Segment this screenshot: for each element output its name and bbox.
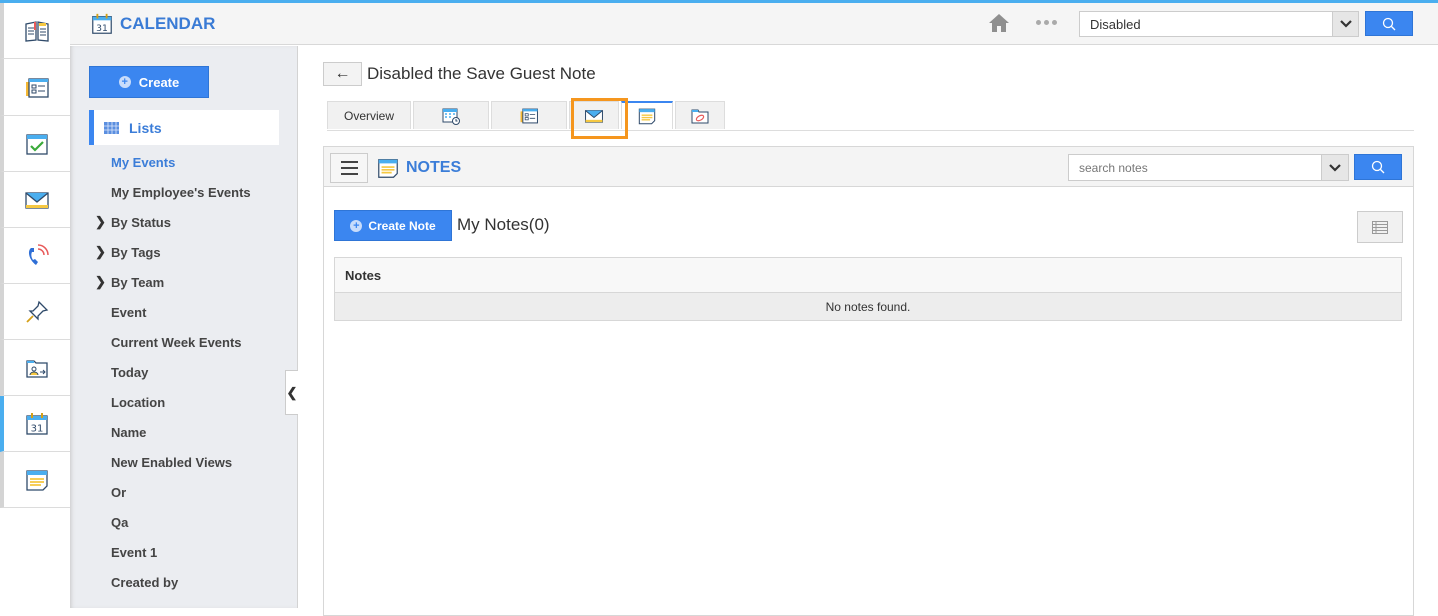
home-icon bbox=[989, 14, 1009, 32]
app-title-text: CALENDAR bbox=[120, 14, 216, 33]
rail-item-calls[interactable] bbox=[0, 228, 70, 284]
record-title: Disabled the Save Guest Note bbox=[367, 64, 596, 83]
search-icon bbox=[1371, 160, 1385, 174]
more-dots-icon[interactable] bbox=[1036, 20, 1057, 25]
tab-activities[interactable] bbox=[413, 101, 489, 129]
book-icon bbox=[25, 20, 49, 42]
sidebar-item-by-team[interactable]: By Team bbox=[111, 275, 164, 290]
sidebar-item-location[interactable]: Location bbox=[111, 395, 165, 410]
sidebar-item-qa[interactable]: Qa bbox=[111, 515, 128, 530]
notes-search-input[interactable] bbox=[1069, 155, 1321, 180]
create-button-label: Create bbox=[138, 74, 180, 90]
rail-item-notes[interactable] bbox=[0, 452, 70, 508]
sidebar-item-name[interactable]: Name bbox=[111, 425, 146, 440]
header-filter-select[interactable]: Disabled bbox=[1079, 11, 1359, 37]
lists-sidebar: + Create Lists My Events My Employee's E… bbox=[70, 46, 298, 608]
calendar-clock-icon bbox=[442, 108, 460, 125]
chevron-left-icon: ❮ bbox=[286, 384, 298, 400]
sidebar-item-by-tags[interactable]: By Tags bbox=[111, 245, 161, 260]
user-folder-icon bbox=[26, 359, 48, 378]
notes-icon bbox=[638, 108, 656, 125]
notes-table-header: Notes bbox=[335, 258, 1401, 293]
search-icon bbox=[1382, 17, 1396, 30]
tab-overview[interactable]: Overview bbox=[327, 101, 411, 129]
svg-text:31: 31 bbox=[31, 423, 44, 434]
mail-icon bbox=[25, 191, 49, 209]
pushpin-icon bbox=[26, 300, 49, 323]
task-check-icon bbox=[26, 133, 48, 155]
sidebar-collapse-button[interactable]: ❮ bbox=[285, 370, 298, 415]
tab-contacts[interactable] bbox=[491, 101, 567, 129]
header-search-button[interactable] bbox=[1365, 11, 1413, 36]
my-notes-count: My Notes(0) bbox=[457, 215, 550, 234]
header-filter-value: Disabled bbox=[1090, 17, 1141, 32]
sidebar-item-or[interactable]: Or bbox=[111, 485, 126, 500]
app-header: 31 CALENDAR Disabled bbox=[70, 3, 1438, 45]
sidebar-item-today[interactable]: Today bbox=[111, 365, 148, 380]
notes-search-button[interactable] bbox=[1354, 154, 1402, 180]
notes-table: Notes No notes found. bbox=[334, 257, 1402, 321]
rail-item-user-folder[interactable] bbox=[0, 340, 70, 396]
grid-table-icon bbox=[104, 121, 119, 134]
sidebar-item-created-by[interactable]: Created by bbox=[111, 575, 178, 590]
tab-overview-label: Overview bbox=[343, 108, 394, 123]
lists-header[interactable]: Lists bbox=[89, 110, 279, 145]
tab-notes[interactable] bbox=[621, 101, 673, 129]
rail-item-mail[interactable] bbox=[0, 172, 70, 228]
rail-item-book[interactable] bbox=[0, 3, 70, 59]
create-button[interactable]: + Create bbox=[89, 66, 209, 98]
notes-icon bbox=[378, 159, 398, 178]
sidebar-item-current-week-events[interactable]: Current Week Events bbox=[111, 335, 242, 350]
phone-call-icon bbox=[28, 243, 49, 265]
plus-circle-icon: + bbox=[350, 219, 363, 232]
rail-item-calendar[interactable]: 31 bbox=[0, 396, 70, 452]
app-title: 31 CALENDAR bbox=[90, 12, 215, 36]
notes-search-field bbox=[1068, 154, 1349, 181]
notes-panel-header: NOTES bbox=[324, 147, 1413, 187]
notes-icon bbox=[26, 469, 48, 491]
home-button[interactable] bbox=[988, 12, 1010, 39]
sidebar-item-event[interactable]: Event bbox=[111, 305, 146, 320]
contacts-card-icon bbox=[520, 108, 538, 123]
sidebar-item-by-status[interactable]: By Status bbox=[111, 215, 171, 230]
record-tabs: Overview bbox=[327, 101, 725, 130]
attachment-folder-icon bbox=[691, 109, 709, 123]
sidebar-item-my-events[interactable]: My Events bbox=[111, 155, 175, 170]
notes-title-text: NOTES bbox=[406, 159, 462, 176]
rail-item-tasks[interactable] bbox=[0, 116, 70, 172]
chevron-down-icon[interactable] bbox=[1332, 12, 1358, 36]
chevron-down-icon[interactable] bbox=[1321, 155, 1348, 180]
tab-attachments[interactable] bbox=[675, 101, 725, 129]
sidebar-item-event-1[interactable]: Event 1 bbox=[111, 545, 157, 560]
notes-panel: NOTES + Create Note My Notes(0) Notes No… bbox=[323, 146, 1414, 616]
active-tab-highlight bbox=[571, 98, 628, 139]
plus-circle-icon: + bbox=[118, 76, 131, 88]
tabs-divider bbox=[327, 130, 1414, 131]
arrow-left-icon: ← bbox=[334, 65, 351, 82]
sidebar-item-new-enabled-views[interactable]: New Enabled Views bbox=[111, 455, 232, 470]
calendar-icon: 31 bbox=[26, 412, 48, 435]
create-note-button[interactable]: + Create Note bbox=[334, 210, 452, 241]
chevron-right-icon[interactable]: ❯ bbox=[95, 244, 106, 260]
contacts-card-icon bbox=[26, 77, 49, 98]
rail-item-pins[interactable] bbox=[0, 284, 70, 340]
chevron-right-icon[interactable]: ❯ bbox=[95, 214, 106, 230]
notes-title: NOTES bbox=[376, 156, 461, 180]
create-note-label: Create Note bbox=[368, 218, 436, 233]
list-view-icon bbox=[1372, 220, 1388, 234]
calendar-icon: 31 bbox=[92, 13, 112, 34]
sidebar-item-my-employees-events[interactable]: My Employee's Events bbox=[111, 185, 251, 200]
rail-item-contacts[interactable] bbox=[0, 60, 70, 116]
chevron-right-icon[interactable]: ❯ bbox=[95, 274, 106, 290]
hamburger-menu-button[interactable] bbox=[330, 153, 368, 183]
svg-text:31: 31 bbox=[96, 23, 108, 34]
list-view-toggle-button[interactable] bbox=[1357, 211, 1403, 243]
back-button[interactable]: ← bbox=[323, 62, 362, 86]
notes-empty-message: No notes found. bbox=[335, 293, 1401, 320]
lists-header-label: Lists bbox=[129, 119, 162, 136]
